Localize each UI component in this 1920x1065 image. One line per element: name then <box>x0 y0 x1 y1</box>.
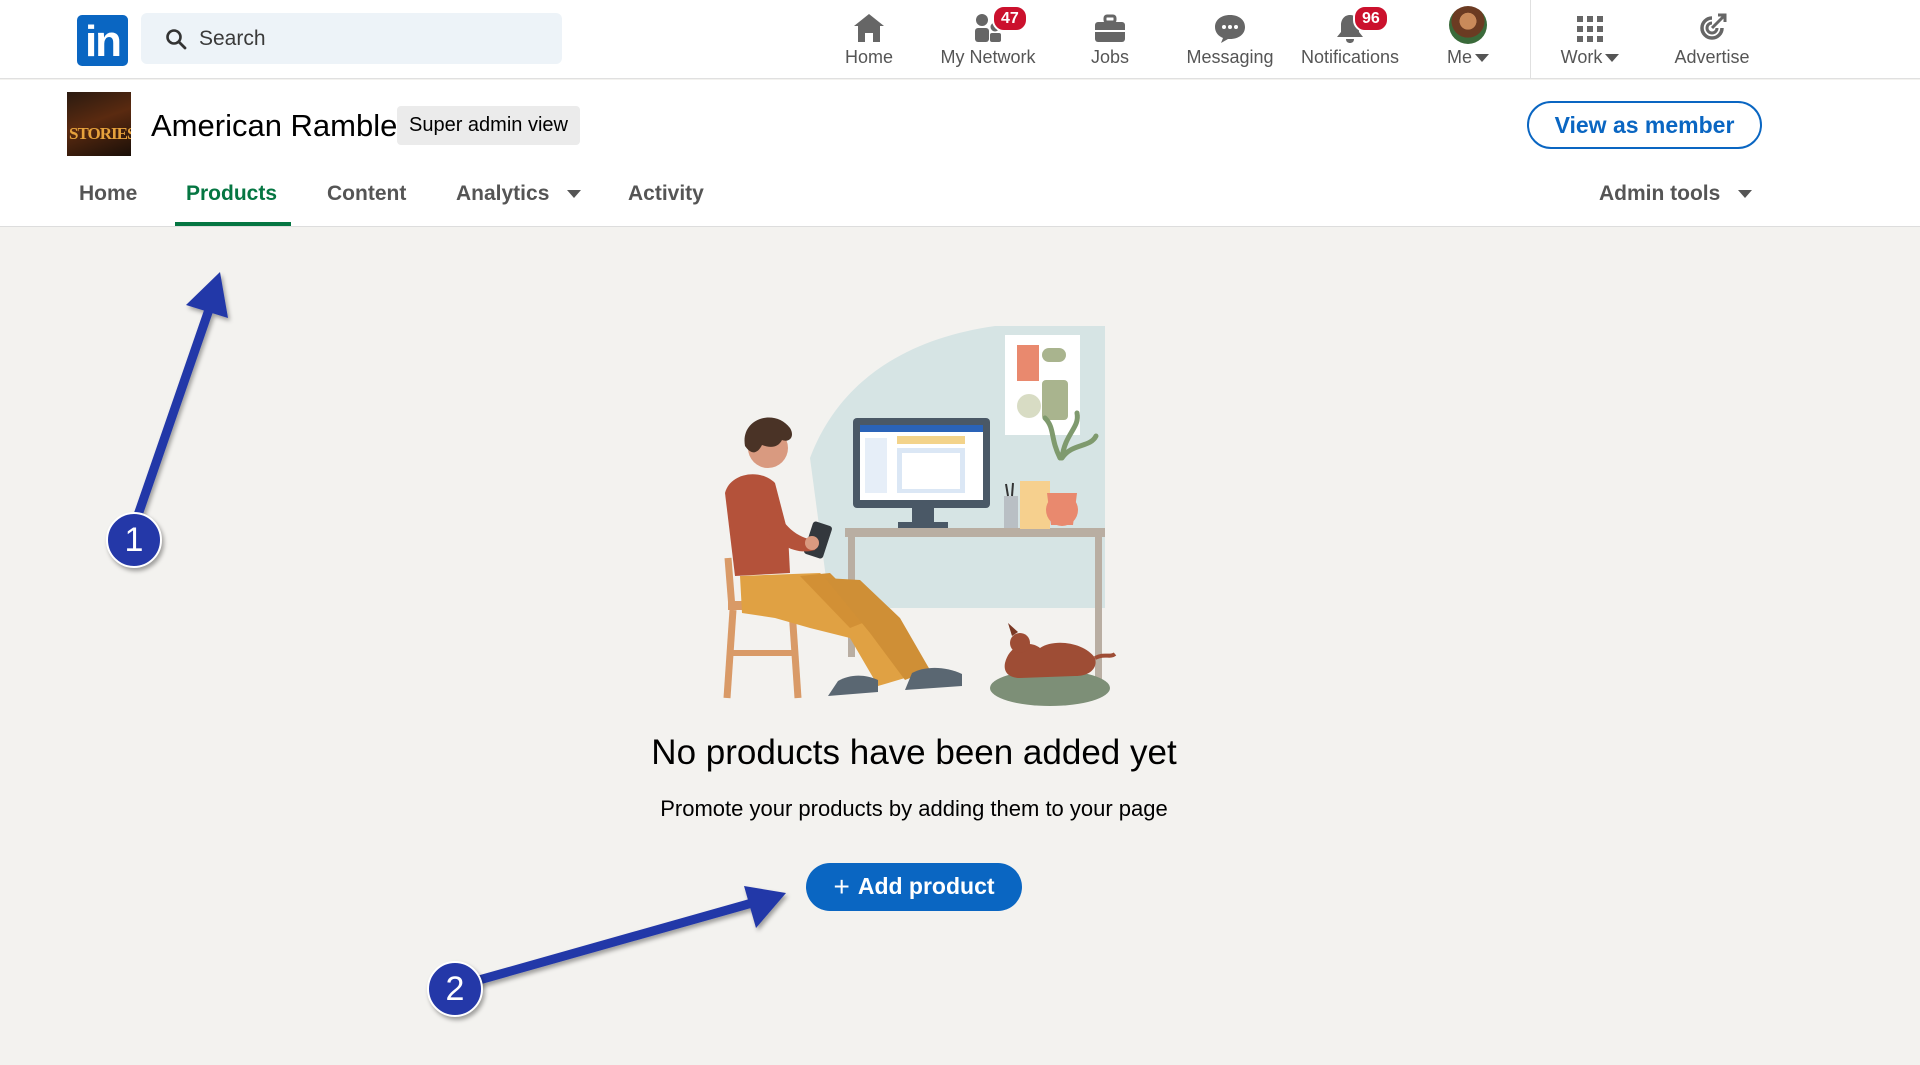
chevron-down-icon <box>1605 54 1620 63</box>
search-bar[interactable] <box>141 13 562 64</box>
admin-tools-menu[interactable]: Admin tools <box>1599 182 1753 206</box>
nav-home-label: Home <box>844 47 893 67</box>
plus-icon: + <box>833 871 850 902</box>
tab-content[interactable]: Content <box>327 182 406 206</box>
search-icon <box>166 29 187 50</box>
company-header: STORIES American Ramble Super admin view… <box>0 80 1920 227</box>
empty-state-subtitle: Promote your products by adding them to … <box>660 796 1168 821</box>
avatar <box>1449 6 1487 44</box>
nav-jobs[interactable]: Jobs <box>1070 6 1150 72</box>
search-input[interactable] <box>199 13 549 64</box>
tab-home[interactable]: Home <box>79 182 137 206</box>
add-product-button[interactable]: + Add product <box>806 863 1022 911</box>
arrow-to-products-tab <box>133 272 228 520</box>
my-network-badge: 47 <box>992 5 1028 32</box>
briefcase-icon <box>1095 14 1125 42</box>
active-tab-indicator <box>175 222 291 226</box>
nav-advertise-label: Advertise <box>1674 47 1750 67</box>
admin-tools-label: Admin tools <box>1599 182 1721 205</box>
nav-my-network[interactable]: 47 My Network <box>932 5 1044 72</box>
messaging-icon <box>1215 15 1245 43</box>
nav-jobs-label: Jobs <box>1090 47 1130 67</box>
tab-analytics[interactable]: Analytics <box>456 182 582 206</box>
step-1-marker: 1 <box>106 512 162 568</box>
linkedin-logo[interactable]: in <box>77 15 128 66</box>
notifications-badge: 96 <box>1353 5 1389 32</box>
nav-messaging-label: Messaging <box>1186 47 1274 67</box>
grid-icon <box>1577 16 1603 42</box>
chevron-down-icon <box>1475 54 1489 63</box>
nav-work[interactable]: Work <box>1550 6 1630 72</box>
chevron-down-icon <box>1738 190 1753 199</box>
nav-me[interactable]: Me <box>1430 6 1506 72</box>
nav-my-network-label: My Network <box>940 47 1036 67</box>
empty-state-title: No products have been added yet <box>651 733 1177 772</box>
nav-notifications[interactable]: 96 Notifications <box>1294 5 1406 72</box>
super-admin-badge: Super admin view <box>397 106 580 145</box>
tab-analytics-label: Analytics <box>456 182 550 205</box>
chevron-down-icon <box>567 190 582 199</box>
nav-notifications-label: Notifications <box>1300 47 1400 67</box>
company-logo[interactable]: STORIES <box>67 92 131 156</box>
empty-state-illustration <box>723 326 1117 706</box>
view-as-member-button[interactable]: View as member <box>1527 101 1762 149</box>
add-product-label: Add product <box>857 873 995 899</box>
home-icon <box>854 14 884 42</box>
nav-advertise[interactable]: Advertise <box>1665 6 1759 72</box>
nav-me-label: Me <box>1446 47 1472 67</box>
company-name: American Ramble <box>151 108 398 143</box>
company-logo-text: STORIES <box>69 124 131 143</box>
nav-work-label: Work <box>1560 47 1603 67</box>
arrow-to-add-product <box>467 886 786 987</box>
nav-divider <box>1530 0 1531 79</box>
tab-products[interactable]: Products <box>186 182 277 206</box>
nav-messaging[interactable]: Messaging <box>1180 6 1280 72</box>
global-nav: in Home 47 My Network <box>0 0 1920 79</box>
nav-home[interactable]: Home <box>828 6 910 72</box>
step-2-marker: 2 <box>427 961 483 1017</box>
tab-activity[interactable]: Activity <box>628 182 704 206</box>
advertise-icon <box>1700 13 1727 40</box>
